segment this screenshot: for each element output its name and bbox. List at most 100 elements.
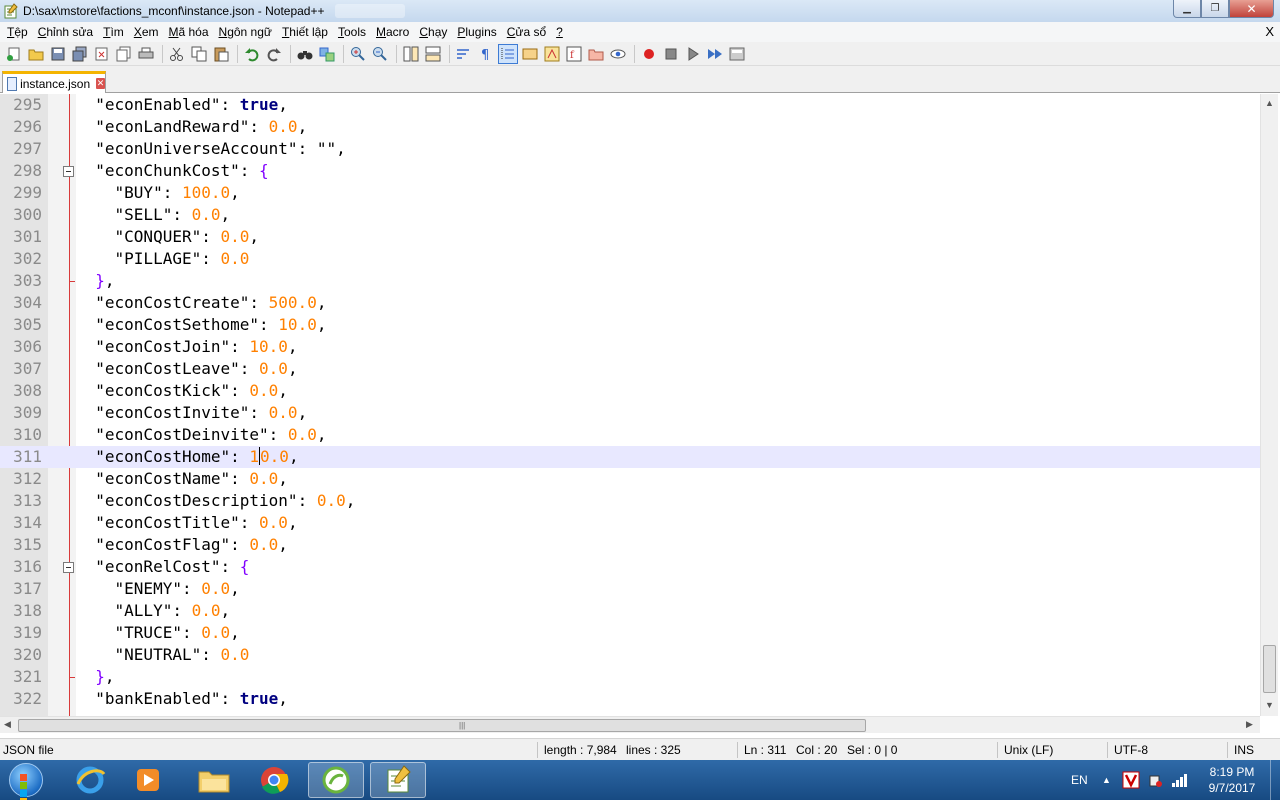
menu-item-1[interactable]: Chỉnh sửa [34,25,99,39]
code-line[interactable]: 304 "econCostCreate": 500.0, [0,292,1260,314]
new-file-button[interactable] [4,44,24,64]
scroll-left-icon[interactable]: ◀ [4,719,11,730]
menu-close-document-button[interactable]: X [1265,24,1274,39]
code-line[interactable]: 306 "econCostJoin": 10.0, [0,336,1260,358]
function-list-button[interactable]: f [564,44,584,64]
menu-item-8[interactable]: Macro [372,25,415,39]
editor[interactable]: 295 "econEnabled": true, 296 "econLandRew… [0,94,1280,716]
taskbar-chrome[interactable] [246,762,302,798]
play-macro-button[interactable] [683,44,703,64]
menu-item-9[interactable]: Chạy [415,25,453,39]
cut-button[interactable] [167,44,187,64]
current-line[interactable]: 311 "econCostHome": 10.0, [0,446,1260,468]
doc-map-button[interactable] [542,44,562,64]
fold-toggle-icon[interactable] [63,562,74,573]
code-line[interactable]: 299 "BUY": 100.0, [0,182,1260,204]
taskbar-media-player[interactable] [120,762,176,798]
menu-item-12[interactable]: ? [552,25,569,39]
zoom-in-button[interactable] [348,44,368,64]
antivirus-tray-icon[interactable] [1122,771,1140,789]
horizontal-scroll-thumb[interactable]: ||| [18,719,866,732]
horizontal-scrollbar[interactable]: ◀ ||| ▶ [0,716,1260,733]
code-line[interactable]: 314 "econCostTitle": 0.0, [0,512,1260,534]
language-indicator[interactable]: EN [1071,773,1088,787]
menu-item-11[interactable]: Cửa sổ [503,25,552,39]
find-button[interactable] [295,44,315,64]
undo-button[interactable] [242,44,262,64]
copy-button[interactable] [189,44,209,64]
show-all-chars-button[interactable]: ¶ [476,44,496,64]
code-line[interactable]: 307 "econCostLeave": 0.0, [0,358,1260,380]
code-line[interactable]: 309 "econCostInvite": 0.0, [0,402,1260,424]
sync-vertical-button[interactable] [401,44,421,64]
maximize-button[interactable]: ❐ [1201,0,1229,18]
start-button[interactable] [3,761,49,800]
code-line[interactable]: 301 "CONQUER": 0.0, [0,226,1260,248]
vertical-scroll-thumb[interactable] [1263,645,1276,693]
scroll-right-icon[interactable]: ▶ [1246,719,1253,730]
replace-button[interactable] [317,44,337,64]
menu-item-7[interactable]: Tools [334,25,372,39]
power-tray-icon[interactable] [1146,771,1164,789]
menu-item-5[interactable]: Ngôn ngữ [215,25,278,39]
print-button[interactable] [136,44,156,64]
system-clock[interactable]: 8:19 PM 9/7/2017 [1196,764,1268,796]
code-line[interactable]: 318 "ALLY": 0.0, [0,600,1260,622]
tab-close-icon[interactable]: ✕ [96,78,105,89]
folder-as-workspace-button[interactable] [586,44,606,64]
fold-toggle-icon[interactable] [63,166,74,177]
open-file-button[interactable] [26,44,46,64]
code-line[interactable]: 300 "SELL": 0.0, [0,204,1260,226]
code-line[interactable]: 305 "econCostSethome": 10.0, [0,314,1260,336]
close-all-button[interactable] [114,44,134,64]
close-file-button[interactable] [92,44,112,64]
close-button[interactable]: ✕ [1229,0,1274,18]
code-line[interactable]: 317 "ENEMY": 0.0, [0,578,1260,600]
show-desktop-button[interactable] [1270,760,1280,800]
tab-instance-json[interactable]: instance.json ✕ [2,71,106,93]
code-line[interactable]: 296 "econLandReward": 0.0, [0,116,1260,138]
save-all-button[interactable] [70,44,90,64]
network-signal-icon[interactable] [1170,771,1188,789]
word-wrap-button[interactable] [454,44,474,64]
code-line[interactable]: 322 "bankEnabled": true, [0,688,1260,710]
code-line[interactable]: 312 "econCostName": 0.0, [0,468,1260,490]
code-line[interactable]: 316 "econRelCost": { [0,556,1260,578]
code-line[interactable]: 310 "econCostDeinvite": 0.0, [0,424,1260,446]
taskbar-internet-explorer[interactable] [62,762,118,798]
monitoring-button[interactable] [608,44,628,64]
zoom-out-button[interactable] [370,44,390,64]
code-line[interactable]: 297 "econUniverseAccount": "", [0,138,1260,160]
code-line[interactable]: 321 }, [0,666,1260,688]
menu-item-0[interactable]: Tệp [3,25,34,39]
taskbar-coccoc[interactable] [308,762,364,798]
scroll-up-icon[interactable]: ▲ [1265,98,1274,108]
code-line[interactable]: 313 "econCostDescription": 0.0, [0,490,1260,512]
run-macro-multiple-button[interactable] [705,44,725,64]
taskbar-file-explorer[interactable] [186,762,242,798]
menu-item-3[interactable]: Xem [130,25,165,39]
scroll-down-icon[interactable]: ▼ [1265,700,1274,710]
sync-horizontal-button[interactable] [423,44,443,64]
save-macro-button[interactable] [727,44,747,64]
indent-guide-button[interactable] [498,43,518,64]
taskbar-notepad-plus-plus[interactable] [370,762,426,798]
code-line[interactable]: 319 "TRUCE": 0.0, [0,622,1260,644]
paste-button[interactable] [211,44,231,64]
vertical-scrollbar[interactable]: ▲ ▼ [1260,94,1278,716]
code-line[interactable]: 308 "econCostKick": 0.0, [0,380,1260,402]
code-line[interactable]: 302 "PILLAGE": 0.0 [0,248,1260,270]
code-line[interactable]: 303 }, [0,270,1260,292]
minimize-button[interactable]: ▁ [1173,0,1201,18]
save-button[interactable] [48,44,68,64]
menu-item-6[interactable]: Thiết lập [278,25,334,39]
menu-item-10[interactable]: Plugins [453,25,502,39]
record-macro-button[interactable] [639,44,659,64]
redo-button[interactable] [264,44,284,64]
stop-macro-button[interactable] [661,44,681,64]
code-line[interactable]: 315 "econCostFlag": 0.0, [0,534,1260,556]
menu-item-4[interactable]: Mã hóa [164,25,214,39]
code-line[interactable]: 295 "econEnabled": true, [0,94,1260,116]
menu-item-2[interactable]: Tìm [99,25,130,39]
udl-button[interactable] [520,44,540,64]
